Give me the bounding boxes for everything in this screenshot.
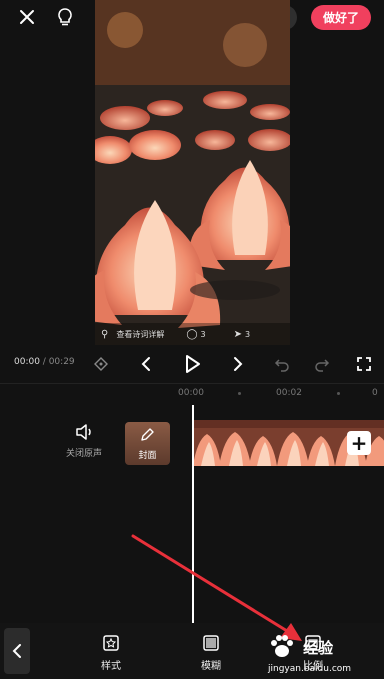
current-time: 00:00 xyxy=(14,357,40,367)
blur-icon xyxy=(203,635,219,651)
next-frame-icon[interactable] xyxy=(226,352,250,376)
ruler-dot xyxy=(238,392,241,395)
done-button[interactable]: 做好了 xyxy=(311,5,371,30)
tool-blur[interactable]: 模糊 xyxy=(186,634,236,672)
ruler-label: 00:00 xyxy=(178,388,204,398)
comment-count: 3 xyxy=(200,329,206,339)
add-clip-button[interactable]: + xyxy=(347,431,371,455)
tool-style-label: 样式 xyxy=(101,661,121,672)
divider xyxy=(0,383,384,384)
play-icon[interactable] xyxy=(180,352,204,376)
comment-icon[interactable]: ◯ xyxy=(186,329,197,340)
style-icon xyxy=(103,635,119,651)
lotus-lanterns-image xyxy=(95,0,290,345)
search-icon: ⚲ xyxy=(101,328,109,340)
ruler-label-partial: 0 xyxy=(372,388,378,398)
tool-blur-label: 模糊 xyxy=(201,661,221,672)
chevron-left-icon xyxy=(12,644,21,658)
video-preview[interactable]: ⚲ 查看诗词详解 ◯ 3 ➤ 3 xyxy=(95,0,290,345)
mute-original-label: 关闭原声 xyxy=(65,449,102,459)
speaker-icon xyxy=(76,424,91,440)
poem-detail-link[interactable]: 查看诗词详解 xyxy=(116,329,164,340)
previous-frame-icon[interactable] xyxy=(134,352,158,376)
ruler-label: 00:02 xyxy=(276,388,302,398)
redo-icon[interactable] xyxy=(310,352,334,376)
time-separator: / xyxy=(39,357,49,367)
share-count: 3 xyxy=(245,329,251,339)
baidu-jingyan-watermark: 经验 xyxy=(268,634,333,660)
share-icon[interactable]: ➤ xyxy=(234,329,242,340)
back-button[interactable] xyxy=(4,628,30,674)
total-time: 00:29 xyxy=(48,357,75,367)
undo-icon[interactable] xyxy=(270,352,294,376)
tool-style[interactable]: 样式 xyxy=(86,634,136,672)
ruler-dot xyxy=(337,392,340,395)
playhead[interactable] xyxy=(192,405,194,623)
edit-pencil-icon xyxy=(141,428,154,441)
paw-logo-icon xyxy=(271,635,293,657)
preview-caption-bar: ⚲ 查看诗词详解 ◯ 3 ➤ 3 xyxy=(95,323,290,345)
keyframe-icon[interactable] xyxy=(89,352,113,376)
cover-button[interactable]: 封面 xyxy=(125,422,170,465)
cover-label: 封面 xyxy=(138,451,157,461)
watermark-url: jingyan.baidu.com xyxy=(268,664,352,674)
fullscreen-icon[interactable] xyxy=(352,352,376,376)
mute-original-button[interactable]: 关闭原声 xyxy=(62,424,106,459)
lightbulb-icon[interactable] xyxy=(52,4,78,30)
close-icon[interactable] xyxy=(14,4,40,30)
watermark-brand: 经验 xyxy=(303,638,334,657)
timecode: 00:00 / 00:29 xyxy=(14,357,75,367)
